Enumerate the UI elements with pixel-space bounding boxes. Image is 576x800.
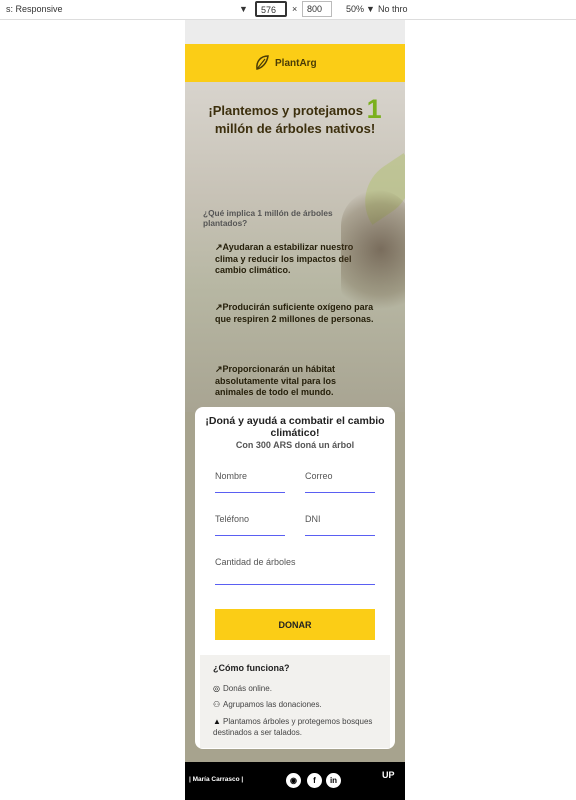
viewport-ruler (185, 20, 405, 44)
instagram-icon[interactable]: ◉ (286, 773, 301, 788)
how-step: ⚇ Agrupamos las donaciones. (213, 699, 383, 710)
width-input[interactable]: 576 (255, 1, 287, 17)
up-logo: UP (382, 770, 395, 780)
facebook-icon[interactable]: f (307, 773, 322, 788)
mobile-viewport: PlantArg ¡Plantemos y protejamos 1 milló… (185, 44, 405, 800)
phone-input[interactable]: Teléfono (215, 514, 285, 536)
tree-icon: ▲ (213, 717, 221, 726)
hero-title: ¡Plantemos y protejamos 1 millón de árbo… (193, 96, 397, 138)
benefit-item: ↗Proporcionarán un hábitat absolutamente… (215, 364, 375, 399)
height-input[interactable]: 800 (302, 1, 332, 17)
hero-section: ¡Plantemos y protejamos 1 millón de árbo… (185, 82, 405, 412)
email-input[interactable]: Correo (305, 471, 375, 493)
trend-icon: ↗ (215, 242, 223, 252)
benefit-item: ↗Ayudaran a estabilizar nuestro clima y … (215, 242, 375, 277)
benefit-text: Proporcionarán un hábitat absolutamente … (215, 364, 337, 397)
plantarg-logo[interactable]: PlantArg (253, 54, 317, 72)
how-step: ▲ Plantamos árboles y protegemos bosques … (213, 716, 383, 738)
globe-icon: ◎ (213, 684, 220, 693)
hero-title-prefix: ¡Plantemos y protejamos (208, 103, 363, 118)
hero-title-number: 1 (366, 94, 382, 124)
how-step-text: Donás online. (223, 684, 272, 693)
how-step: ◎ Donás online. (213, 683, 383, 694)
tree-quantity-input[interactable]: Cantidad de árboles (215, 557, 375, 585)
trend-icon: ↗ (215, 364, 223, 374)
brand-name: PlantArg (275, 57, 317, 69)
device-dropdown-icon[interactable]: ▼ (239, 4, 248, 14)
how-step-text: Plantamos árboles y protegemos bosques d… (213, 717, 373, 737)
donate-button[interactable]: DONAR (215, 609, 375, 640)
throttle-select[interactable]: No thro (378, 4, 408, 14)
donation-form: ¡Doná y ayudá a combatir el cambio climá… (195, 407, 395, 749)
how-it-works-panel: ¿Cómo funciona? ◎ Donás online. ⚇ Agrupamo… (200, 655, 390, 748)
linkedin-icon[interactable]: in (326, 773, 341, 788)
dimension-separator: × (292, 4, 298, 14)
benefit-text: Producirán suficiente oxígeno para que r… (215, 302, 374, 324)
zoom-dropdown-icon[interactable]: ▼ (366, 4, 375, 14)
hero-question: ¿Qué implica 1 millón de árboles plantad… (203, 208, 333, 228)
up-logo-text: UP (382, 770, 395, 780)
benefit-item: ↗Producirán suficiente oxígeno para que … (215, 302, 375, 325)
leaf-icon (256, 55, 269, 70)
leaf-image (348, 153, 405, 225)
how-step-text: Agrupamos las donaciones. (223, 700, 322, 709)
people-icon: ⚇ (213, 700, 221, 709)
devtools-toolbar: s: Responsive ▼ 576 × 800 50% ▼ No thro (0, 0, 576, 20)
device-select[interactable]: s: Responsive (6, 4, 63, 14)
trend-icon: ↗ (215, 302, 223, 312)
zoom-select[interactable]: 50% (346, 4, 364, 14)
name-input[interactable]: Nombre (215, 471, 285, 493)
author-name: | María Carrasco | (189, 776, 244, 783)
donation-note: Con 300 ARS doná un árbol (235, 440, 355, 450)
how-title: ¿Cómo funciona? (213, 663, 290, 673)
form-title: ¡Doná y ayudá a combatir el cambio climá… (205, 415, 385, 439)
hero-title-suffix: millón de árboles nativos! (214, 121, 376, 136)
benefit-text: Ayudaran a estabilizar nuestro clima y r… (215, 242, 354, 275)
dni-input[interactable]: DNI (305, 514, 375, 536)
site-footer: | María Carrasco | ◉ f in UP (185, 762, 405, 800)
site-header: PlantArg (185, 44, 405, 82)
